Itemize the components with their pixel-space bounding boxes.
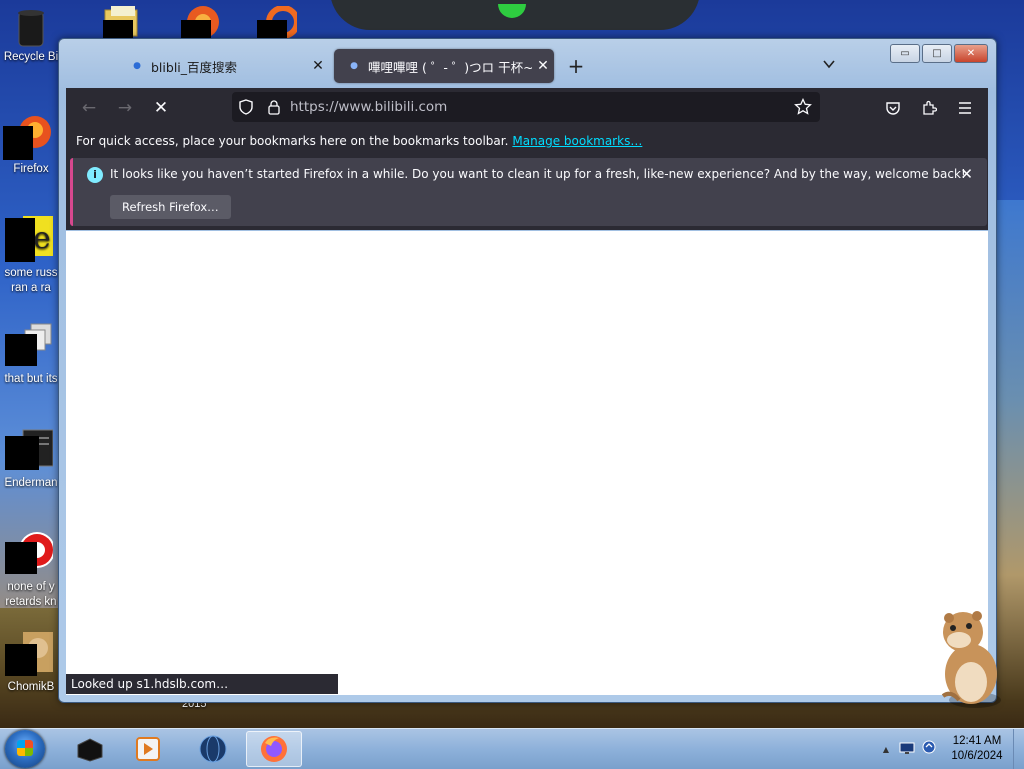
desktop-icon-chomik[interactable]: ChomikB: [0, 630, 62, 695]
windows-logo-icon: [17, 740, 33, 756]
application-icon: [5, 426, 54, 470]
desktop-icon-label: Firefox: [13, 163, 49, 175]
window-controls: ▭ □ ✕: [890, 44, 988, 63]
start-button[interactable]: [5, 730, 45, 768]
opera-icon: [5, 528, 55, 574]
tab-title: blibli_百度搜索: [151, 59, 238, 75]
desktop-icon-recycle-bin[interactable]: Recycle Bi: [0, 6, 62, 65]
desktop-icon-label-line2: ran a ra: [11, 282, 51, 294]
desktop-icon-russ[interactable]: e some russ ran a ra: [0, 214, 62, 296]
tab-baidu-search[interactable]: ● blibli_百度搜索 ✕: [117, 49, 329, 83]
show-desktop-button[interactable]: [1013, 729, 1024, 769]
notification-message: It looks like you haven’t started Firefo…: [110, 167, 966, 181]
status-panel: Looked up s1.hdslb.com…: [66, 674, 338, 694]
taskbar-app-firefox[interactable]: [246, 731, 302, 767]
hamburger-menu-icon: [959, 102, 971, 114]
forward-button[interactable]: →: [110, 93, 140, 123]
bookmark-star-icon[interactable]: [786, 98, 820, 116]
list-all-tabs-button[interactable]: [819, 57, 839, 77]
refresh-firefox-button[interactable]: Refresh Firefox…: [110, 195, 231, 219]
desktop-icon-label: some russ: [4, 267, 58, 279]
clock-date: 10/6/2024: [951, 750, 1003, 762]
hamster-app-icon: [5, 630, 53, 676]
desktop-icon-that-but[interactable]: that but its: [0, 322, 62, 387]
url-input[interactable]: [288, 98, 786, 116]
tab-title: 嗶哩嗶哩 ( ゜- ゜)つロ 干杯~-bil: [368, 59, 532, 75]
network-icon[interactable]: [921, 739, 937, 759]
firefox-window[interactable]: ▭ □ ✕ ● blibli_百度搜索 ✕ ● 嗶哩嗶哩 ( ゜- ゜)つロ 干…: [58, 38, 997, 703]
system-tray: ▲ 12:41 AM 10/6/2024: [883, 729, 1024, 769]
pocket-icon: [886, 102, 900, 115]
tab-favicon-icon: ●: [133, 61, 141, 71]
desktop-icon-label: that but its: [4, 373, 58, 385]
minimize-button[interactable]: ▭: [890, 44, 920, 63]
display-icon[interactable]: [899, 740, 915, 759]
puzzle-icon: [923, 100, 937, 115]
stop-loading-button[interactable]: ✕: [146, 93, 176, 123]
desktop-icon-enderman[interactable]: Enderman: [0, 426, 62, 491]
svg-text:e: e: [33, 221, 51, 256]
app-menu-button[interactable]: [950, 93, 980, 123]
desktop-icon-label: ChomikB: [7, 681, 55, 693]
desktop-icon-label: none of y: [7, 581, 55, 593]
recycle-bin-icon: [9, 6, 53, 50]
page-content-area[interactable]: [66, 231, 988, 695]
nav-bar: ← → ✕: [66, 88, 988, 128]
firefox-icon: [261, 736, 287, 762]
globe-icon: [199, 735, 227, 763]
toolbar-right-buttons: [878, 93, 980, 123]
tab-close-button[interactable]: ✕: [532, 58, 554, 74]
tab-bilibili[interactable]: ● 嗶哩嗶哩 ( ゜- ゜)つロ 干杯~-bil ✕: [334, 49, 554, 83]
desktop-icon-firefox[interactable]: Firefox: [0, 110, 62, 177]
tab-favicon-icon: ●: [350, 61, 358, 71]
firefox-icon: [3, 110, 53, 160]
desktop-icon-none-of[interactable]: none of y retards kn: [0, 528, 62, 610]
back-button[interactable]: ←: [74, 93, 104, 123]
bookmarks-toolbar: For quick access, place your bookmarks h…: [66, 128, 988, 154]
bookmarks-hint-text: For quick access, place your bookmarks h…: [76, 134, 509, 148]
taskbar-app-media-player[interactable]: [120, 731, 176, 767]
tab-close-button[interactable]: ✕: [307, 58, 329, 74]
media-player-icon: [136, 737, 160, 761]
chevron-down-icon: [823, 60, 835, 69]
hamster-desktop-pet[interactable]: [925, 604, 1005, 712]
shield-icon[interactable]: [232, 99, 260, 115]
lock-icon[interactable]: [260, 99, 288, 115]
document-icon: e: [5, 214, 53, 262]
stacked-windows-icon: [5, 322, 53, 366]
clock-time: 12:41 AM: [952, 735, 1002, 747]
taskbar: ▲ 12:41 AM 10/6/2024: [0, 728, 1024, 769]
maximize-button[interactable]: □: [922, 44, 952, 63]
desktop-icon-label: Recycle Bi: [3, 51, 59, 63]
manage-bookmarks-link[interactable]: Manage bookmarks…: [512, 134, 642, 148]
url-bar[interactable]: [232, 92, 820, 122]
close-window-button[interactable]: ✕: [954, 44, 988, 63]
desktop-icon-label: Enderman: [4, 477, 58, 489]
desktop-icon-label-line2: retards kn: [5, 596, 57, 608]
refresh-firefox-notification: i It looks like you haven’t started Fire…: [70, 158, 987, 226]
extensions-button[interactable]: [914, 93, 944, 123]
clock[interactable]: 12:41 AM 10/6/2024: [945, 734, 1009, 764]
black-box-icon: [77, 738, 103, 762]
new-tab-button[interactable]: +: [565, 55, 587, 77]
browser-toolbar-area: ← → ✕ https://www.bilibili.com For quick…: [66, 88, 988, 230]
taskbar-app-terminal[interactable]: [62, 731, 118, 767]
info-icon: i: [87, 167, 103, 183]
close-notification-button[interactable]: ✕: [960, 165, 973, 183]
show-hidden-icons-button[interactable]: ▲: [883, 745, 889, 754]
taskbar-app-globe[interactable]: [185, 731, 241, 767]
pocket-button[interactable]: [878, 93, 908, 123]
